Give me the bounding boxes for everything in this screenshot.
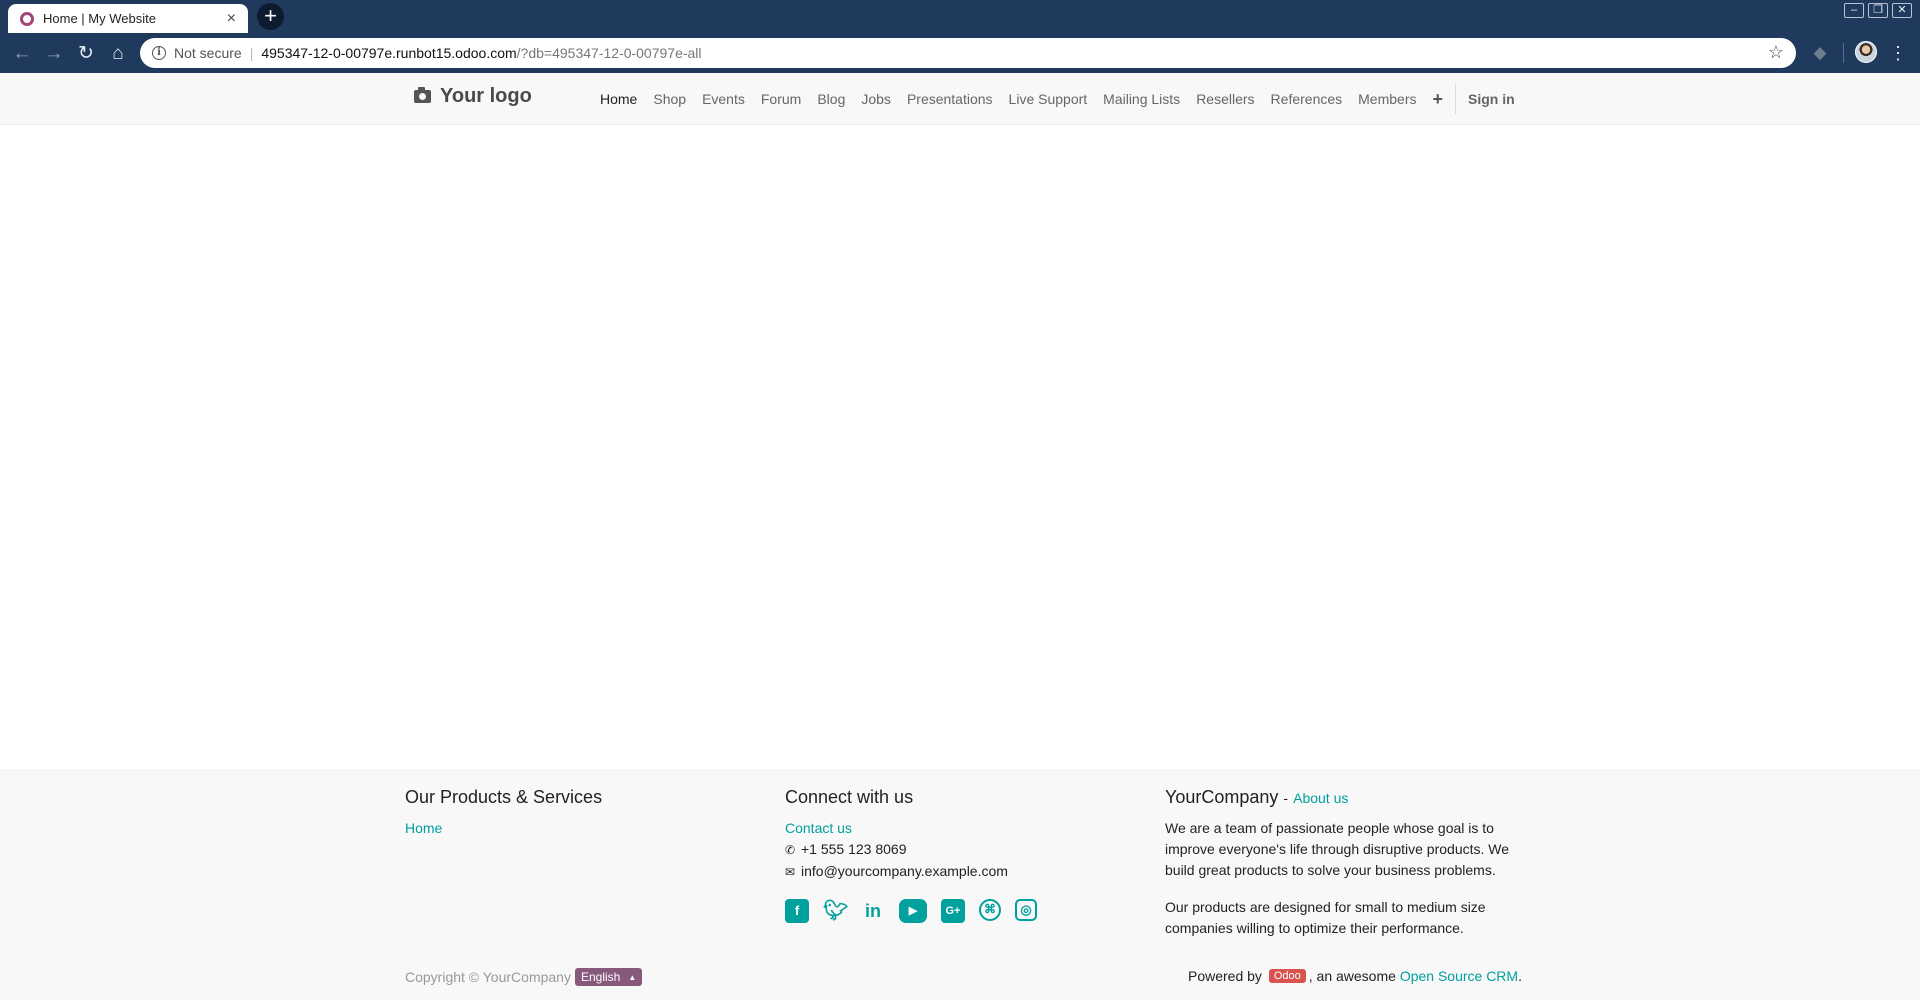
sign-in-link[interactable]: Sign in	[1460, 91, 1523, 107]
browser-titlebar: Home | My Website × + – ❐ ✕	[0, 0, 1920, 33]
github-icon[interactable]: ⌘	[979, 899, 1001, 921]
address-bar[interactable]: i Not secure | 495347-12-0-00797e.runbot…	[140, 38, 1796, 68]
company-description: We are a team of passionate people whose…	[1165, 820, 1510, 878]
email-address: info@yourcompany.example.com	[801, 863, 1008, 879]
language-selector[interactable]: English ▲	[574, 968, 643, 986]
site-header: Your logo Home Shop Events Forum Blog Jo…	[0, 73, 1920, 125]
powered-prefix: Powered by	[1188, 968, 1262, 984]
nav-item-blog[interactable]: Blog	[809, 91, 853, 107]
contact-us-link[interactable]: Contact us	[785, 820, 852, 836]
nav-item-home[interactable]: Home	[592, 91, 645, 107]
profile-avatar[interactable]	[1855, 41, 1877, 63]
info-icon[interactable]: i	[152, 46, 166, 60]
connect-heading: Connect with us	[785, 787, 914, 807]
extension-icon[interactable]: ◆	[1808, 41, 1832, 65]
powered-middle: , an awesome	[1308, 968, 1396, 984]
nav-item-mailing-lists[interactable]: Mailing Lists	[1095, 91, 1188, 107]
nav-item-shop[interactable]: Shop	[645, 91, 694, 107]
about-us-link[interactable]: About us	[1293, 790, 1348, 806]
tab-title: Home | My Website	[43, 11, 156, 26]
main-nav: Home Shop Events Forum Blog Jobs Present…	[592, 73, 1523, 125]
caret-up-icon: ▲	[628, 972, 637, 982]
site-footer: Our Products & Services Home Connect wit…	[0, 770, 1920, 1000]
forward-button[interactable]: →	[40, 40, 68, 68]
new-tab-button[interactable]: +	[257, 3, 284, 30]
back-button[interactable]: ←	[8, 40, 36, 68]
social-links: f 🐦︎ in ▶ G+ ⌘ ◎	[785, 899, 1037, 923]
company-name: YourCompany	[1165, 787, 1279, 807]
nav-item-live-support[interactable]: Live Support	[1001, 91, 1096, 107]
powered-suffix: .	[1518, 968, 1522, 984]
footer-home-link[interactable]: Home	[405, 820, 442, 836]
envelope-icon: ✉	[785, 865, 796, 879]
twitter-icon[interactable]: 🐦︎	[823, 899, 848, 923]
camera-icon	[414, 87, 431, 103]
language-label: English	[580, 970, 621, 984]
url-host: 495347-12-0-00797e.runbot15.odoo.com	[261, 45, 517, 61]
products-heading: Our Products & Services	[405, 787, 603, 807]
nav-item-references[interactable]: References	[1263, 91, 1351, 107]
restore-button[interactable]: ❐	[1868, 3, 1888, 18]
google-plus-icon[interactable]: G+	[941, 899, 965, 923]
powered-by: Powered by Odoo , an awesome Open Source…	[1188, 968, 1522, 984]
page-content	[0, 125, 1920, 770]
reload-button[interactable]: ↻	[72, 40, 100, 68]
copyright-text: Copyright © YourCompany	[405, 969, 571, 985]
security-label: Not secure	[174, 45, 242, 61]
close-window-button[interactable]: ✕	[1892, 3, 1912, 18]
window-controls: – ❐ ✕	[1844, 3, 1912, 18]
odoo-favicon-icon	[20, 11, 34, 26]
home-button[interactable]: ⌂	[104, 40, 132, 68]
minimize-button[interactable]: –	[1844, 3, 1864, 18]
url-separator: |	[249, 45, 254, 61]
toolbar-divider	[1843, 43, 1844, 63]
open-source-crm-link[interactable]: Open Source CRM	[1400, 968, 1518, 984]
nav-item-members[interactable]: Members	[1350, 91, 1424, 107]
site-logo[interactable]: Your logo	[414, 85, 532, 108]
phone-number: +1 555 123 8069	[801, 841, 907, 857]
browser-tab[interactable]: Home | My Website ×	[8, 4, 248, 33]
nav-item-jobs[interactable]: Jobs	[853, 91, 899, 107]
footer-company: YourCompany - About us We are a team of …	[1165, 787, 1525, 939]
instagram-icon[interactable]: ◎	[1015, 899, 1037, 921]
footer-products: Our Products & Services Home	[405, 787, 602, 839]
odoo-badge[interactable]: Odoo	[1268, 969, 1306, 983]
youtube-icon[interactable]: ▶	[899, 899, 927, 923]
phone-icon: ✆	[785, 843, 796, 857]
nav-item-resellers[interactable]: Resellers	[1188, 91, 1262, 107]
nav-item-forum[interactable]: Forum	[753, 91, 809, 107]
add-menu-icon[interactable]: +	[1425, 89, 1452, 110]
url-path: /?db=495347-12-0-00797e-all	[516, 45, 702, 61]
company-products-note: Our products are designed for small to m…	[1165, 899, 1486, 936]
close-tab-icon[interactable]: ×	[227, 10, 236, 27]
company-separator: -	[1283, 790, 1289, 806]
footer-connect: Connect with us Contact us ✆ +1 555 123 8…	[785, 787, 1037, 923]
browser-menu-icon[interactable]: ⋮	[1886, 39, 1910, 67]
nav-item-presentations[interactable]: Presentations	[899, 91, 1001, 107]
nav-divider	[1455, 84, 1457, 114]
bookmark-star-icon[interactable]: ☆	[1768, 42, 1784, 63]
copyright: Copyright © YourCompany English ▲	[405, 968, 643, 986]
browser-toolbar: ← → ↻ ⌂ i Not secure | 495347-12-0-00797…	[0, 33, 1920, 73]
linkedin-icon[interactable]: in	[861, 899, 885, 923]
logo-text: Your logo	[440, 85, 532, 107]
nav-item-events[interactable]: Events	[694, 91, 753, 107]
facebook-icon[interactable]: f	[785, 899, 809, 923]
